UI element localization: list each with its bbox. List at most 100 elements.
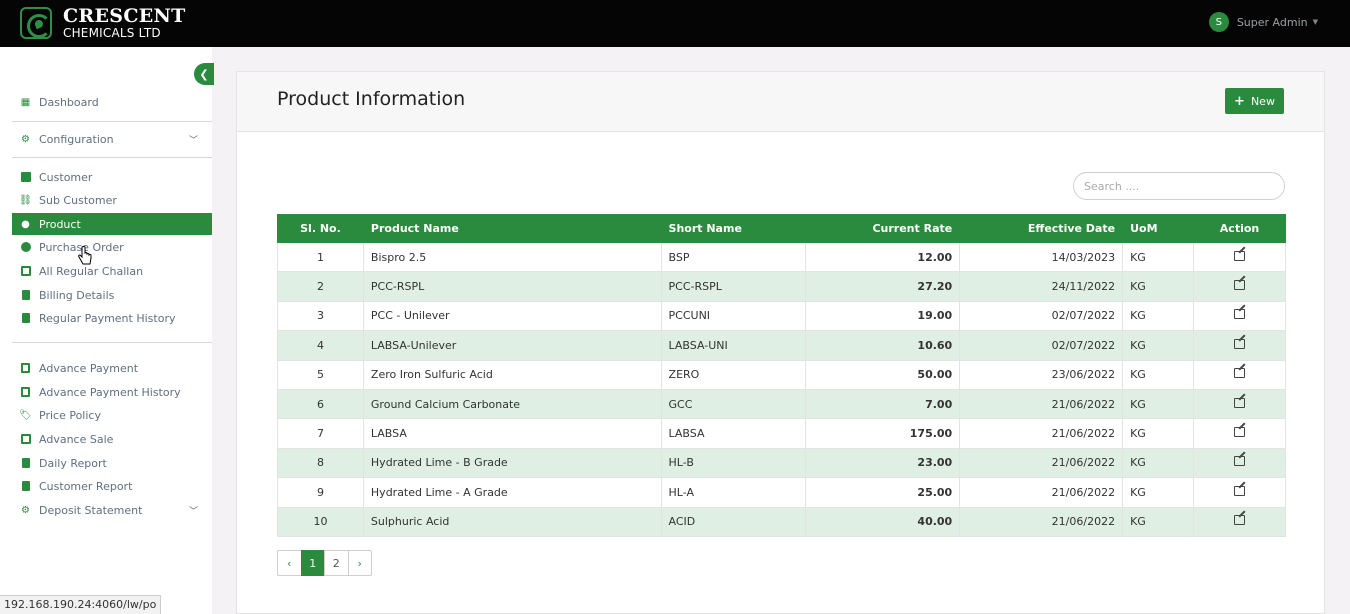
- search-input[interactable]: [1073, 172, 1285, 200]
- cell-sl-no: 10: [277, 506, 364, 537]
- edit-icon[interactable]: [1234, 280, 1245, 291]
- sidebar-item-regular-payment-history[interactable]: Regular Payment History: [12, 307, 212, 329]
- cell-short-name: HL-B: [660, 447, 807, 479]
- edit-icon[interactable]: [1234, 456, 1245, 467]
- table-row: 10 Sulphuric Acid ACID 40.00 21/06/2022 KG: [277, 506, 1286, 537]
- cell-action: [1193, 477, 1286, 508]
- new-button[interactable]: + New: [1225, 88, 1284, 114]
- page-1-button[interactable]: 1: [300, 550, 325, 576]
- sidebar-item-advance-payment-history[interactable]: Advance Payment History: [12, 381, 212, 403]
- page-2-button[interactable]: 2: [324, 550, 349, 576]
- cell-uom: KG: [1122, 477, 1195, 508]
- cell-product-name: Sulphuric Acid: [362, 506, 662, 537]
- cell-current-rate: 23.00: [805, 447, 961, 479]
- cell-current-rate: 12.00: [805, 241, 961, 273]
- sidebar-item-price-policy[interactable]: 🏷 Price Policy: [12, 404, 212, 426]
- cell-uom: KG: [1122, 447, 1195, 479]
- table-row: 5 Zero Iron Sulfuric Acid ZERO 50.00 23/06/2…: [277, 359, 1286, 390]
- top-bar: CRESCENT CHEMICALS LTD S Super Admin ▼: [0, 0, 1350, 47]
- sidebar-item-purchase-order[interactable]: Purchase Order: [12, 236, 212, 258]
- sidebar-item-label: Daily Report: [39, 456, 107, 470]
- edit-icon[interactable]: [1234, 338, 1245, 349]
- column-header[interactable]: Sl. No.: [277, 214, 364, 243]
- sidebar-item-all-regular-challan[interactable]: All Regular Challan: [12, 260, 212, 282]
- column-header[interactable]: Product Name: [362, 214, 662, 243]
- sidebar-item-advance-sale[interactable]: Advance Sale: [12, 428, 212, 450]
- sidebar-item-label: Advance Payment History: [39, 385, 181, 399]
- cell-action: [1193, 330, 1286, 361]
- prev-page-button[interactable]: ‹: [277, 550, 302, 576]
- edit-icon[interactable]: [1234, 309, 1245, 320]
- file-icon: [20, 458, 31, 469]
- sidebar-item-customer[interactable]: Customer: [12, 166, 212, 188]
- cell-short-name: ACID: [660, 506, 807, 537]
- column-header[interactable]: Effective Date: [959, 214, 1124, 243]
- avatar: S: [1208, 12, 1229, 32]
- edit-icon[interactable]: [1234, 427, 1245, 438]
- cell-action: [1193, 418, 1286, 449]
- page-title: Product Information: [277, 88, 466, 110]
- cell-sl-no: 5: [277, 359, 364, 390]
- sidebar-item-label: Price Policy: [39, 408, 101, 422]
- sidebar-collapse-button[interactable]: ❮: [194, 63, 214, 85]
- sidebar-item-configuration[interactable]: ⚙ Configuration ﹀: [12, 128, 212, 150]
- table-header-row: Sl. No. Product Name Short Name Current …: [277, 214, 1286, 243]
- cell-uom: KG: [1122, 388, 1195, 420]
- cell-current-rate: 40.00: [805, 506, 961, 537]
- cell-short-name: LABSA-UNI: [660, 330, 807, 361]
- sidebar-item-label: Regular Payment History: [39, 311, 176, 325]
- cell-effective-date: 21/06/2022: [959, 477, 1124, 508]
- cell-sl-no: 4: [277, 330, 364, 361]
- sidebar-item-label: Billing Details: [39, 288, 115, 302]
- divider: [12, 121, 212, 122]
- cell-action: [1193, 241, 1286, 273]
- caret-down-icon: ▼: [1312, 18, 1318, 26]
- cell-effective-date: 21/06/2022: [959, 506, 1124, 537]
- table-row: 3 PCC - Unilever PCCUNI 19.00 02/07/2022 KG: [277, 300, 1286, 332]
- cell-current-rate: 175.00: [805, 418, 961, 449]
- sidebar-item-dashboard[interactable]: ▦ Dashboard: [12, 91, 212, 113]
- table-row: 6 Ground Calcium Carbonate GCC 7.00 21/06/20…: [277, 388, 1286, 420]
- cell-effective-date: 21/06/2022: [959, 418, 1124, 449]
- cell-effective-date: 21/06/2022: [959, 388, 1124, 420]
- chevron-down-icon: ﹀: [188, 506, 198, 517]
- brand-logo[interactable]: CRESCENT CHEMICALS LTD: [20, 6, 186, 40]
- cell-sl-no: 8: [277, 447, 364, 479]
- cell-product-name: Hydrated Lime - A Grade: [362, 477, 662, 508]
- edit-icon[interactable]: [1234, 368, 1245, 379]
- table-row: 9 Hydrated Lime - A Grade HL-A 25.00 21/06/2…: [277, 477, 1286, 508]
- sidebar-item-customer-report[interactable]: Customer Report: [12, 475, 212, 497]
- column-header[interactable]: Short Name: [660, 214, 807, 243]
- edit-icon[interactable]: [1234, 250, 1245, 261]
- logo-icon: [20, 7, 52, 39]
- cell-current-rate: 7.00: [805, 388, 961, 420]
- gears-icon: ⚙: [21, 133, 30, 145]
- edit-icon[interactable]: [1234, 515, 1245, 526]
- next-page-button[interactable]: ›: [347, 550, 372, 576]
- cell-action: [1193, 506, 1286, 537]
- cell-uom: KG: [1122, 506, 1195, 537]
- column-header[interactable]: Current Rate: [805, 214, 961, 243]
- divider: [12, 157, 212, 158]
- status-bar-url: 192.168.190.24:4060/lw/po: [0, 595, 162, 614]
- sidebar-item-label: Advance Payment: [39, 361, 139, 375]
- sidebar-item-billing-details[interactable]: Billing Details: [12, 284, 212, 306]
- cell-action: [1193, 271, 1286, 302]
- column-header[interactable]: UoM: [1122, 214, 1195, 243]
- user-menu[interactable]: S Super Admin ▼: [1208, 12, 1318, 32]
- table-row: 2 PCC-RSPL PCC-RSPL 27.20 24/11/2022 KG: [277, 271, 1286, 302]
- card-icon: [20, 266, 31, 277]
- cell-short-name: HL-A: [660, 477, 807, 508]
- cell-uom: KG: [1122, 300, 1195, 332]
- sidebar-item-deposit-statement[interactable]: ⚙ Deposit Statement ﹀: [12, 499, 212, 521]
- file-icon: [20, 313, 31, 324]
- sidebar-item-product[interactable]: ● Product: [12, 213, 212, 235]
- table-icon: [20, 172, 31, 183]
- edit-icon[interactable]: [1234, 397, 1245, 408]
- sidebar-item-daily-report[interactable]: Daily Report: [12, 452, 212, 474]
- sidebar-item-sub-customer[interactable]: ⛓ Sub Customer: [12, 189, 212, 211]
- sidebar-item-advance-payment[interactable]: Advance Payment: [12, 357, 212, 379]
- cell-sl-no: 6: [277, 388, 364, 420]
- edit-icon[interactable]: [1234, 485, 1245, 496]
- gears-icon: ⚙: [21, 504, 30, 516]
